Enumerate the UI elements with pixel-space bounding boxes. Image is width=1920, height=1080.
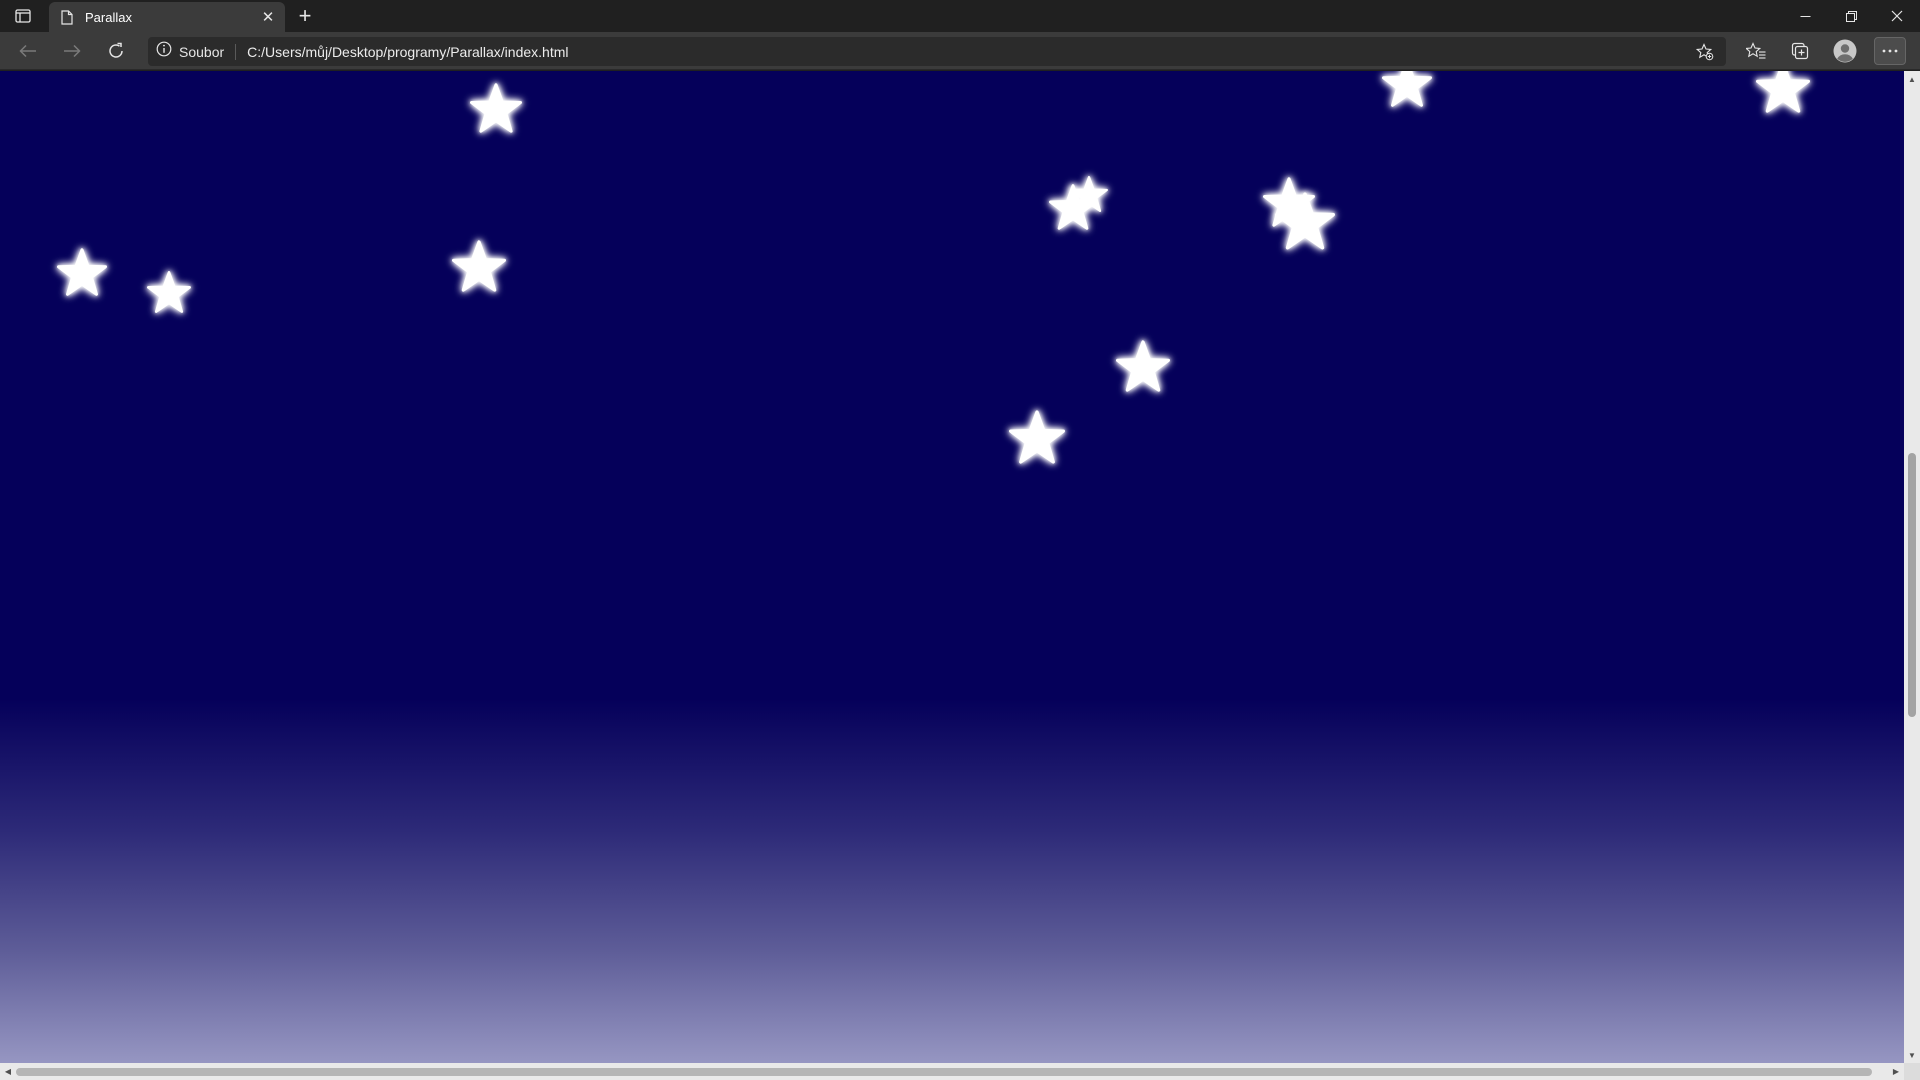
page-viewport [0, 71, 1904, 1063]
minimize-button[interactable] [1782, 0, 1828, 32]
scroll-down-icon[interactable]: ▼ [1904, 1047, 1920, 1063]
scrollbar-corner [1904, 1063, 1920, 1080]
refresh-button[interactable] [101, 37, 131, 65]
horizontal-scrollbar[interactable]: ◀ ▶ [0, 1063, 1904, 1080]
tab-title: Parallax [85, 9, 132, 25]
scroll-right-icon[interactable]: ▶ [1888, 1063, 1904, 1080]
restore-button[interactable] [1828, 0, 1874, 32]
star-icon [57, 248, 107, 296]
vertical-scrollbar[interactable]: ▲ ▼ [1904, 71, 1920, 1063]
favorites-icon[interactable] [1740, 37, 1772, 65]
page-icon [59, 9, 75, 25]
collections-icon[interactable] [1784, 37, 1816, 65]
info-icon [156, 41, 172, 62]
title-bar: Parallax ✕ + [0, 0, 1920, 32]
address-bar[interactable]: Soubor C:/Users/můj/Desktop/programy/Par… [148, 37, 1726, 66]
close-tab-icon[interactable]: ✕ [257, 6, 279, 28]
star-icon [470, 83, 522, 133]
tab-parallax[interactable]: Parallax ✕ [49, 2, 285, 32]
star-icon [1756, 71, 1810, 113]
scroll-left-icon[interactable]: ◀ [0, 1063, 16, 1080]
back-button[interactable] [13, 37, 43, 65]
vertical-scroll-thumb[interactable] [1908, 453, 1916, 717]
add-favorite-icon[interactable] [1694, 41, 1716, 63]
site-info-label: Soubor [179, 43, 225, 60]
profile-icon[interactable] [1829, 37, 1861, 65]
star-icon [147, 271, 191, 313]
star-icon [452, 240, 506, 292]
close-window-button[interactable] [1874, 0, 1920, 32]
forward-button[interactable] [57, 37, 87, 65]
browser-toolbar: Soubor C:/Users/můj/Desktop/programy/Par… [0, 32, 1920, 70]
tab-actions-icon[interactable] [10, 5, 36, 27]
star-icon [1049, 184, 1097, 230]
star-icon [1116, 340, 1170, 392]
site-info-button[interactable]: Soubor [148, 37, 224, 66]
url-text[interactable]: C:/Users/můj/Desktop/programy/Parallax/i… [247, 44, 568, 60]
star-icon [1275, 192, 1335, 250]
horizontal-scroll-thumb[interactable] [16, 1068, 1872, 1076]
star-icon [1382, 71, 1432, 107]
star-icon [1009, 410, 1065, 464]
scroll-up-icon[interactable]: ▲ [1904, 71, 1920, 87]
new-tab-button[interactable]: + [292, 3, 318, 28]
more-icon[interactable] [1874, 37, 1906, 65]
address-separator [235, 43, 237, 60]
